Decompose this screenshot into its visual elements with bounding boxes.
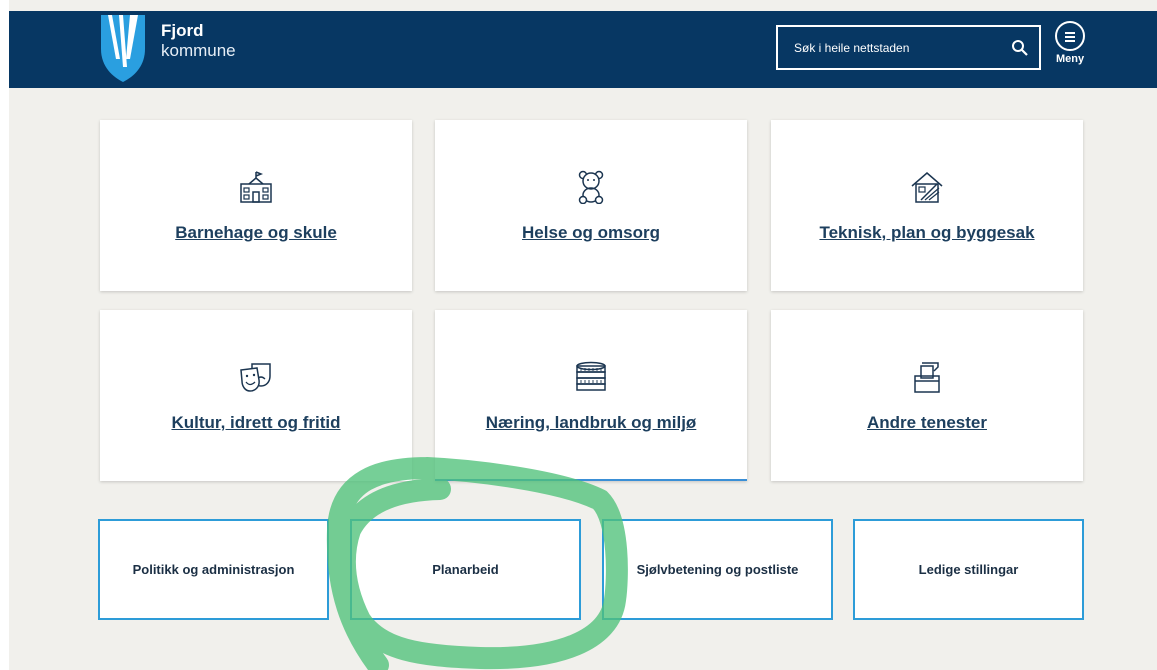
brand-subtitle: kommune <box>161 41 236 60</box>
coins-icon <box>435 360 747 394</box>
card-title[interactable]: Andre tenester <box>771 413 1083 433</box>
card-kultur[interactable]: Kultur, idrett og fritid <box>100 310 412 481</box>
brand-name[interactable]: Fjord kommune <box>161 21 236 61</box>
card-title[interactable]: Kultur, idrett og fritid <box>100 413 412 433</box>
search-placeholder: Søk i heile nettstaden <box>794 41 910 55</box>
menu-label: Meny <box>1055 53 1085 65</box>
ballot-box-icon <box>771 360 1083 394</box>
search-box[interactable]: Søk i heile nettstaden <box>776 25 1041 70</box>
quick-link-politikk[interactable]: Politikk og administrasjon <box>98 519 329 620</box>
card-andre[interactable]: Andre tenester <box>771 310 1083 481</box>
card-title[interactable]: Barnehage og skule <box>100 223 412 243</box>
quick-link-planarbeid[interactable]: Planarbeid <box>350 519 581 620</box>
logo-shield-icon[interactable] <box>97 15 149 88</box>
left-edge <box>0 0 9 670</box>
card-title[interactable]: Helse og omsorg <box>435 223 747 243</box>
quick-link-sjolvbetening[interactable]: Sjølvbetening og postliste <box>602 519 833 620</box>
card-title[interactable]: Teknisk, plan og byggesak <box>771 223 1083 243</box>
card-naering[interactable]: Næring, landbruk og miljø <box>435 310 747 481</box>
card-helse[interactable]: Helse og omsorg <box>435 120 747 291</box>
school-icon <box>100 170 412 204</box>
theater-masks-icon <box>100 360 412 394</box>
menu-button[interactable]: Meny <box>1053 21 1087 65</box>
card-title[interactable]: Næring, landbruk og miljø <box>435 413 747 433</box>
search-icon[interactable] <box>1011 39 1029 62</box>
brand-title: Fjord <box>161 21 204 40</box>
quick-link-stillingar[interactable]: Ledige stillingar <box>853 519 1084 620</box>
building-plan-icon <box>771 170 1083 204</box>
teddy-bear-icon <box>435 170 747 205</box>
hamburger-icon <box>1055 21 1085 51</box>
site-header: Fjord kommune Søk i heile nettstaden Men… <box>9 11 1157 88</box>
card-barnehage[interactable]: Barnehage og skule <box>100 120 412 291</box>
card-teknisk[interactable]: Teknisk, plan og byggesak <box>771 120 1083 291</box>
